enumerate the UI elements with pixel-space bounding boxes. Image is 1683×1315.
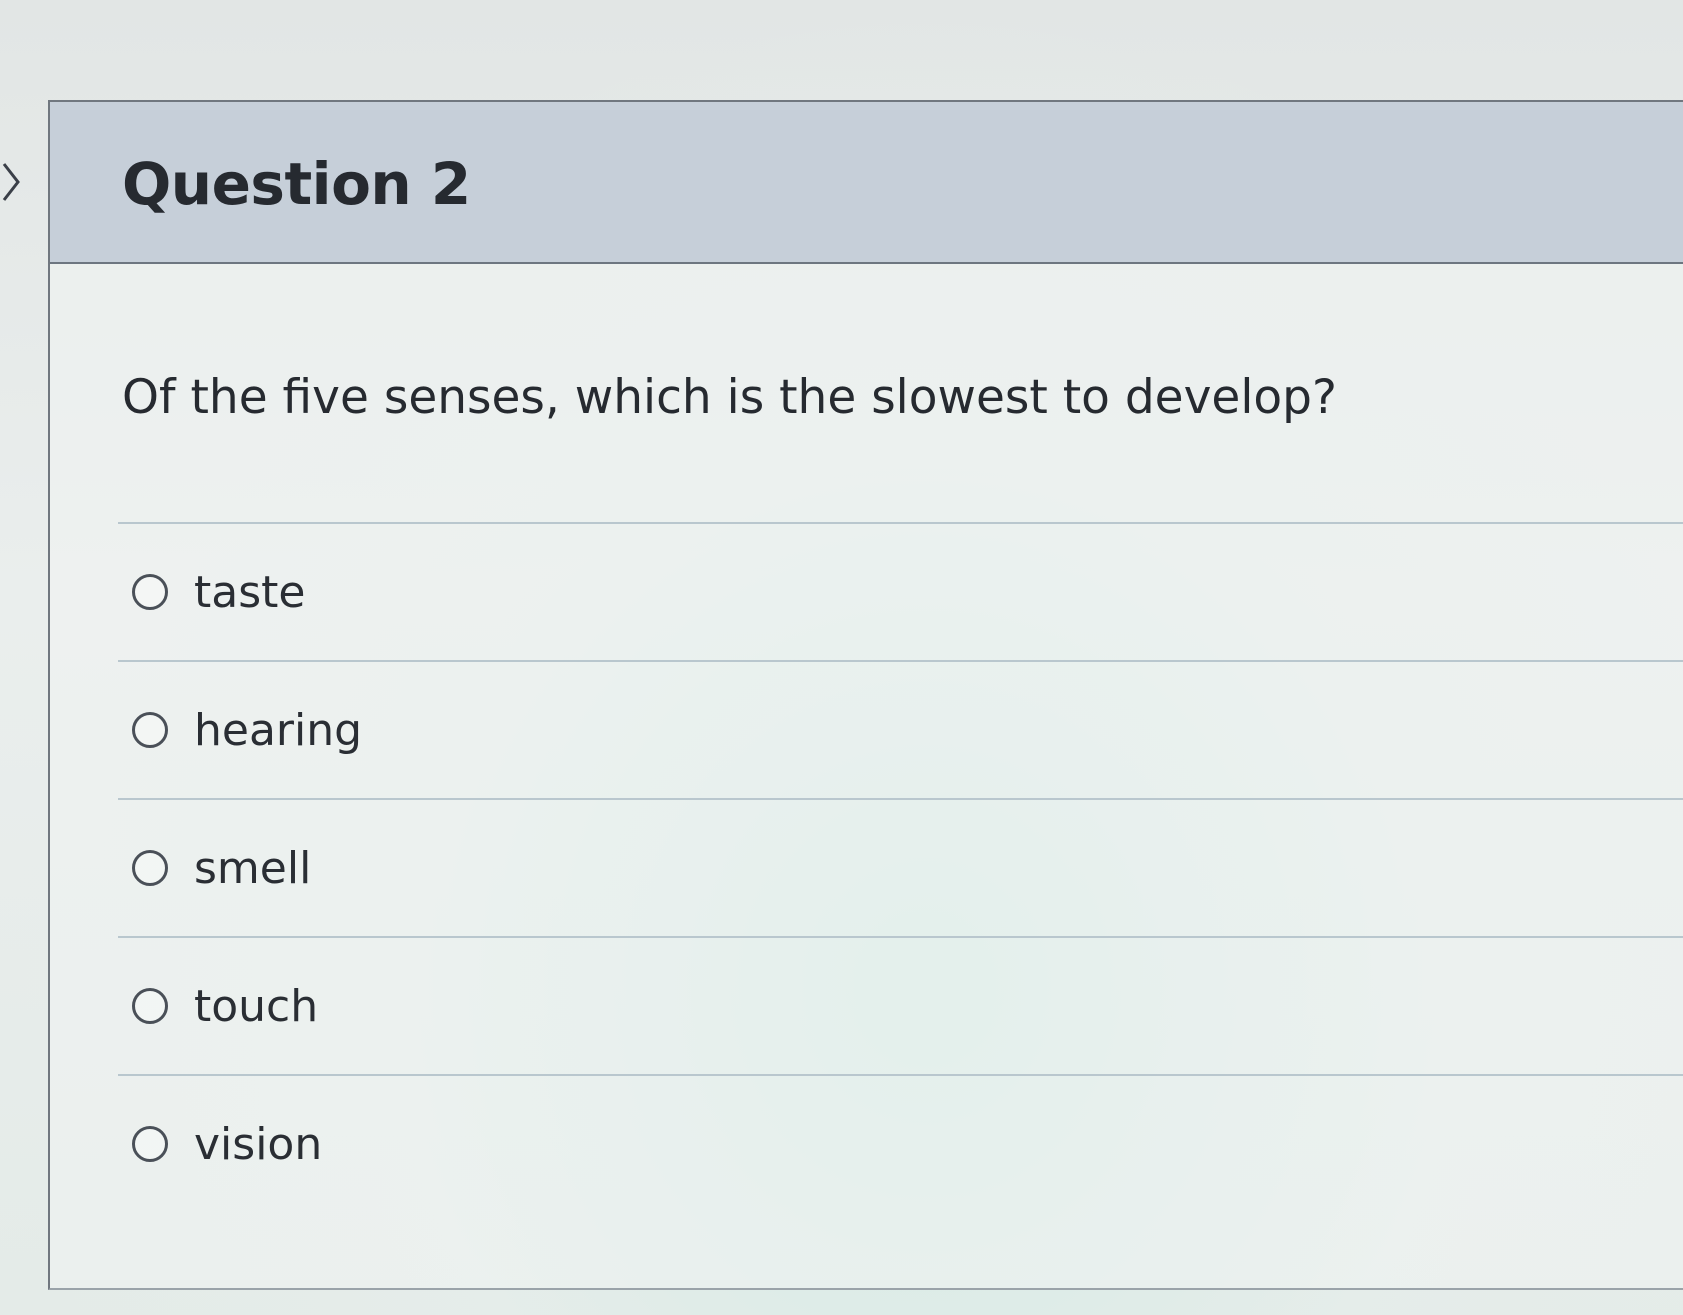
answer-label: taste bbox=[194, 566, 306, 618]
answer-option-touch[interactable]: touch bbox=[118, 938, 1683, 1074]
radio-unselected-icon[interactable] bbox=[132, 1126, 168, 1162]
chevron-right-icon[interactable] bbox=[0, 160, 22, 204]
chevron-right-icon-graphic bbox=[2, 163, 20, 201]
question-title: Question 2 bbox=[122, 150, 471, 218]
radio-unselected-icon[interactable] bbox=[132, 988, 168, 1024]
radio-unselected-icon[interactable] bbox=[132, 574, 168, 610]
radio-unselected-icon[interactable] bbox=[132, 850, 168, 886]
question-header: Question 2 bbox=[50, 102, 1683, 264]
answer-option-hearing[interactable]: hearing bbox=[118, 662, 1683, 798]
answer-option-smell[interactable]: smell bbox=[118, 800, 1683, 936]
answer-label: vision bbox=[194, 1118, 323, 1170]
answer-list: taste hearing smell touch vision bbox=[118, 522, 1683, 1212]
answer-label: smell bbox=[194, 842, 312, 894]
answer-label: hearing bbox=[194, 704, 363, 756]
radio-unselected-icon[interactable] bbox=[132, 712, 168, 748]
answer-option-taste[interactable]: taste bbox=[118, 524, 1683, 660]
question-text: Of the five senses, which is the slowest… bbox=[122, 370, 1337, 425]
answer-option-vision[interactable]: vision bbox=[118, 1076, 1683, 1212]
question-card: Question 2 Of the five senses, which is … bbox=[48, 100, 1683, 1290]
answer-label: touch bbox=[194, 980, 319, 1032]
